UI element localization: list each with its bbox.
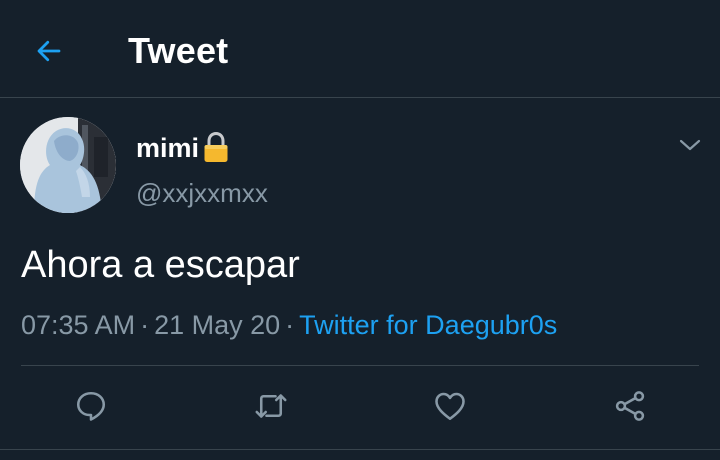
retweet-icon (255, 394, 287, 418)
author-display-name[interactable]: mimi (136, 131, 229, 165)
separator: · (285, 310, 295, 340)
reply-icon (76, 391, 106, 421)
heart-icon (435, 392, 465, 421)
author-username[interactable]: @xxjxxmxx (136, 176, 268, 210)
tweet-options-button[interactable] (676, 131, 704, 159)
divider (0, 449, 720, 450)
lock-icon (203, 132, 229, 164)
page-title: Tweet (128, 30, 229, 71)
divider (21, 365, 699, 366)
tweet-time: 07:35 AM (21, 310, 136, 340)
share-icon (615, 391, 645, 421)
display-name-text: mimi (136, 133, 200, 163)
tweet-date: 21 May 20 (154, 310, 281, 340)
reply-button[interactable] (71, 386, 111, 426)
avatar[interactable] (20, 117, 116, 213)
chevron-down-icon (679, 139, 701, 151)
like-button[interactable] (430, 386, 470, 426)
tweet-text: Ahora a escapar (21, 244, 300, 286)
tweet-metadata: 07:35 AM · 21 May 20 · Twitter for Daegubr0s (21, 307, 557, 343)
share-button[interactable] (610, 386, 650, 426)
retweet-button[interactable] (251, 386, 291, 426)
separator: · (140, 310, 150, 340)
back-button[interactable] (28, 30, 70, 72)
tweet-source-link[interactable]: Twitter for Daegubr0s (299, 310, 557, 340)
avatar-image (20, 117, 116, 213)
top-app-bar: Tweet (0, 0, 720, 98)
arrow-left-icon (37, 40, 61, 62)
